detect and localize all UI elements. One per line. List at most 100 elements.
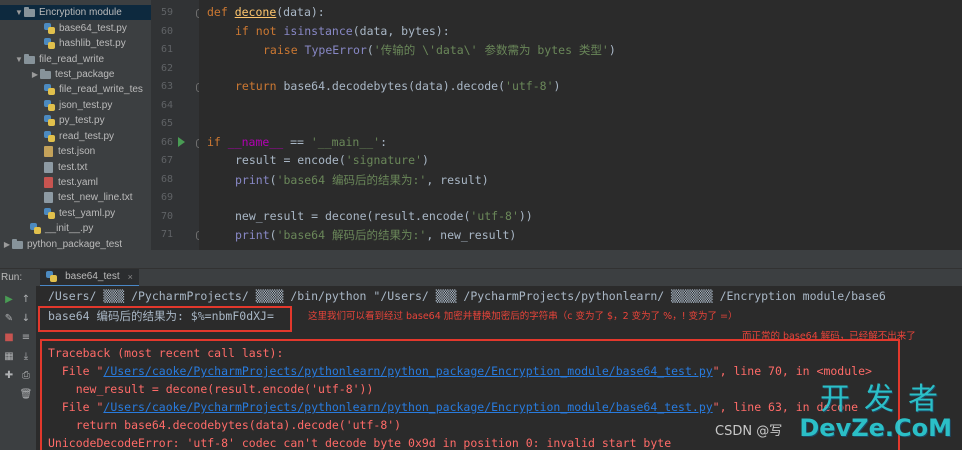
line-number: 60	[160, 26, 173, 37]
layout-icon[interactable]: ▦	[1, 349, 17, 363]
watermark-cn: 开发者	[820, 382, 952, 417]
line-number: 63	[160, 81, 173, 92]
python-file-icon	[44, 23, 55, 34]
panel-divider[interactable]	[0, 250, 962, 268]
tree-item-label: test.json	[58, 146, 96, 157]
scroll-to-end-icon[interactable]: ⤓	[18, 349, 34, 363]
code-token: ))	[518, 209, 533, 223]
rerun-icon[interactable]: ▶	[1, 292, 17, 306]
soft-wrap-icon[interactable]: ≡	[18, 330, 34, 344]
arrow-up-icon[interactable]: ↑	[18, 292, 34, 306]
run-toolbar: ▶ ↑ ✎ ↓ ■ ≡ ▦ ⤓ ✚ ⎙ 🗑	[0, 286, 36, 450]
folder-icon	[12, 238, 23, 249]
line-number: 61	[160, 44, 173, 55]
tree-item-test-yaml[interactable]: test.yaml	[0, 175, 151, 190]
tree-item-label: test_new_line.txt	[58, 192, 133, 203]
tree-item-encryption-module[interactable]: ▼ Encryption module	[0, 5, 151, 20]
keyword-token: if	[207, 135, 228, 149]
highlight-box-encoded	[38, 306, 292, 332]
code-token: (	[269, 173, 277, 187]
text-file-icon	[44, 192, 53, 203]
string-token: 'base64 解码后的结果为:'	[276, 228, 427, 242]
line-number: 68	[160, 174, 173, 185]
close-icon[interactable]: ×	[128, 272, 133, 282]
builtin-token: TypeError	[304, 43, 367, 57]
tree-item-label: base64_test.py	[59, 23, 127, 34]
tree-item-test-txt[interactable]: test.txt	[0, 160, 151, 175]
code-editor[interactable]: def decone(data): if not isinstance(data…	[199, 0, 962, 250]
tree-item-label: json_test.py	[59, 100, 113, 111]
chevron-right-icon[interactable]: ▶	[30, 70, 40, 79]
line-number: 66	[160, 137, 173, 148]
python-file-icon	[44, 115, 55, 126]
string-token: '传输的 \'data\' 参数需为 bytes 类型'	[373, 43, 609, 57]
stop-icon[interactable]: ■	[1, 330, 17, 344]
tree-item-label: py_test.py	[59, 115, 105, 126]
run-tab[interactable]: base64_test ×	[40, 268, 139, 287]
tree-item-test-package[interactable]: ▶ test_package	[0, 67, 151, 82]
tree-item-label: read_test.py	[59, 131, 115, 142]
tree-item-hashlib-test[interactable]: hashlib_test.py	[0, 36, 151, 51]
code-token: ==	[283, 135, 311, 149]
tree-item-label: Encryption module	[39, 7, 122, 18]
chevron-down-icon[interactable]: ▼	[14, 55, 24, 64]
line-number: 64	[160, 100, 173, 111]
line-number: 65	[160, 118, 173, 129]
tree-item-init[interactable]: __init__.py	[0, 221, 151, 236]
builtin-token: print	[235, 173, 270, 187]
code-token: )	[608, 43, 616, 57]
tree-item-label: test_package	[55, 69, 115, 80]
annotation-note-1: 这里我们可以看到经过 base64 加密并替换加密后的字符串（c 变为了 $，2…	[308, 311, 738, 322]
code-token: :	[380, 135, 388, 149]
devze-watermark: 开发者 DevZe.CoM	[799, 382, 952, 442]
keyword-token: raise	[263, 43, 305, 57]
code-line-70: new_result = decone(result.encode('utf-8…	[235, 209, 533, 223]
tree-item-base64-test[interactable]: base64_test.py	[0, 21, 151, 36]
code-token: (	[269, 228, 277, 242]
python-file-icon	[30, 223, 41, 234]
run-gutter-icon[interactable]	[178, 137, 185, 147]
watermark-en: DevZe.CoM	[799, 414, 952, 442]
code-line-59: def decone(data):	[207, 5, 325, 19]
json-file-icon	[44, 146, 53, 157]
code-token: (data, bytes):	[352, 24, 450, 38]
python-file-icon	[44, 84, 55, 95]
string-token: 'base64 编码后的结果为:'	[276, 173, 427, 187]
code-line-60: if not isinstance(data, bytes):	[235, 24, 450, 38]
wrench-icon[interactable]: ✎	[1, 311, 17, 325]
code-line-68: print('base64 编码后的结果为:', result)	[235, 172, 489, 188]
tree-item-json-test[interactable]: json_test.py	[0, 98, 151, 113]
pin-icon[interactable]: ✚	[1, 368, 17, 382]
python-file-icon	[44, 38, 55, 49]
print-icon[interactable]: ⎙	[18, 368, 34, 382]
tree-item-label: test.txt	[58, 162, 88, 173]
project-tree: ▼ Encryption module base64_test.py hashl…	[0, 0, 151, 268]
tree-item-py-test[interactable]: py_test.py	[0, 113, 151, 128]
code-line-71: print('base64 解码后的结果为:', new_result)	[235, 227, 516, 243]
line-number: 70	[160, 211, 173, 222]
chevron-right-icon[interactable]: ▶	[2, 240, 12, 249]
tree-item-test-json[interactable]: test.json	[0, 144, 151, 159]
tree-item-label: test_yaml.py	[59, 208, 116, 219]
code-token: (	[366, 43, 374, 57]
dunder-token: __name__	[227, 135, 284, 149]
tree-item-file-read-write[interactable]: ▼ file_read_write	[0, 52, 151, 67]
tree-item-test-yaml-py[interactable]: test_yaml.py	[0, 206, 151, 221]
code-token: new_result = decone(result.encode(	[235, 209, 471, 223]
tree-item-label: __init__.py	[45, 223, 94, 234]
python-file-icon	[44, 208, 55, 219]
code-token: base64.decodebytes(data).decode(	[283, 79, 506, 93]
tree-item-read-test[interactable]: read_test.py	[0, 129, 151, 144]
folder-icon	[24, 6, 35, 17]
chevron-down-icon[interactable]: ▼	[14, 8, 24, 17]
text-file-icon	[44, 162, 53, 173]
code-line-63: return base64.decodebytes(data).decode('…	[235, 79, 560, 93]
tree-item-test-new-line[interactable]: test_new_line.txt	[0, 190, 151, 205]
keyword-token: return	[235, 79, 284, 93]
trash-icon[interactable]: 🗑	[18, 387, 34, 401]
code-line-66: if __name__ == '__main__':	[207, 135, 387, 149]
arrow-down-icon[interactable]: ↓	[18, 311, 34, 325]
builtin-token: isinstance	[283, 24, 353, 38]
code-token: result = encode(	[235, 153, 346, 167]
tree-item-file-read-write-test[interactable]: file_read_write_tes	[0, 82, 151, 97]
